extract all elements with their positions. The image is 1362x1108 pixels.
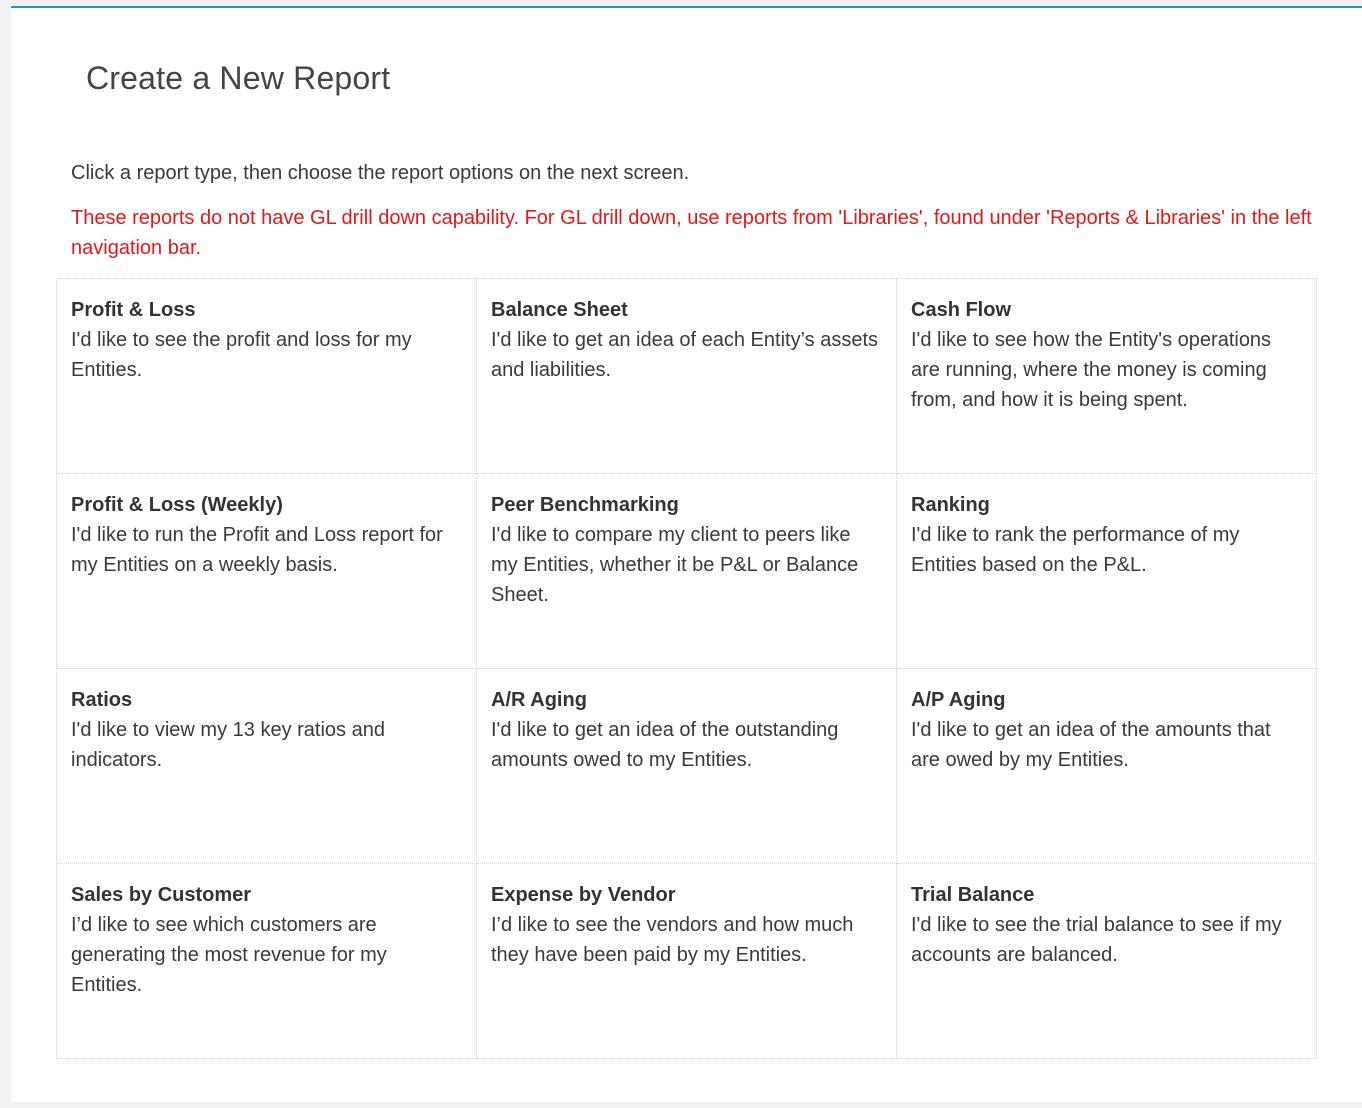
report-card-title: Ratios [71,689,133,711]
report-card-description: I’d like to see the vendors and how much… [491,914,854,966]
report-card-title: Profit & Loss (Weekly) [71,494,283,516]
report-card-balance-sheet[interactable]: Balance Sheet I'd like to get an idea of… [477,279,897,474]
report-card-ar-aging[interactable]: A/R Aging I'd like to get an idea of the… [477,669,897,864]
report-card-expense-by-vendor[interactable]: Expense by Vendor I’d like to see the ve… [477,864,897,1059]
report-card-title: Expense by Vendor [491,884,676,906]
report-card-description: I'd like to rank the performance of my E… [911,524,1240,576]
report-card-description: I'd like to compare my client to peers l… [491,524,859,606]
report-card-ap-aging[interactable]: A/P Aging I'd like to get an idea of the… [897,669,1317,864]
report-card-peer-benchmarking[interactable]: Peer Benchmarking I'd like to compare my… [477,474,897,669]
report-card-description: I'd like to see how the Entity's operati… [911,329,1272,411]
intro-text: Click a report type, then choose the rep… [71,162,690,184]
report-card-title: Profit & Loss [71,299,196,321]
report-card-title: Ranking [911,494,990,516]
report-card-profit-loss[interactable]: Profit & Loss I'd like to see the profit… [57,279,477,474]
report-card-description: I'd like to see the profit and loss for … [71,329,412,381]
report-card-description: I'd like to view my 13 key ratios and in… [71,719,385,771]
report-card-title: Peer Benchmarking [491,494,679,516]
report-card-sales-by-customer[interactable]: Sales by Customer I’d like to see which … [57,864,477,1059]
report-card-title: Sales by Customer [71,884,252,906]
report-card-description: I'd like to get an idea of the outstandi… [491,719,839,771]
report-card-title: A/P Aging [911,689,1006,711]
report-card-ratios[interactable]: Ratios I'd like to view my 13 key ratios… [57,669,477,864]
report-card-title: Balance Sheet [491,299,628,321]
report-card-title: Cash Flow [911,299,1012,321]
drill-down-warning: These reports do not have GL drill down … [71,207,1312,259]
report-card-title: Trial Balance [911,884,1035,906]
report-type-grid: Profit & Loss I'd like to see the profit… [56,278,1317,1059]
report-panel: Create a New Report Click a report type,… [11,8,1362,1102]
report-card-description: I'd like to see the trial balance to see… [911,914,1282,966]
report-card-description: I’d like to see which customers are gene… [71,914,387,996]
report-card-cash-flow[interactable]: Cash Flow I'd like to see how the Entity… [897,279,1317,474]
report-card-title: A/R Aging [491,689,587,711]
report-card-trial-balance[interactable]: Trial Balance I'd like to see the trial … [897,864,1317,1059]
report-card-description: I'd like to get an idea of the amounts t… [911,719,1271,771]
report-card-ranking[interactable]: Ranking I'd like to rank the performance… [897,474,1317,669]
report-card-description: I'd like to get an idea of each Entity’s… [491,329,879,381]
page-title: Create a New Report [86,60,391,96]
report-card-profit-loss-weekly[interactable]: Profit & Loss (Weekly) I'd like to run t… [57,474,477,669]
report-card-description: I'd like to run the Profit and Loss repo… [71,524,443,576]
